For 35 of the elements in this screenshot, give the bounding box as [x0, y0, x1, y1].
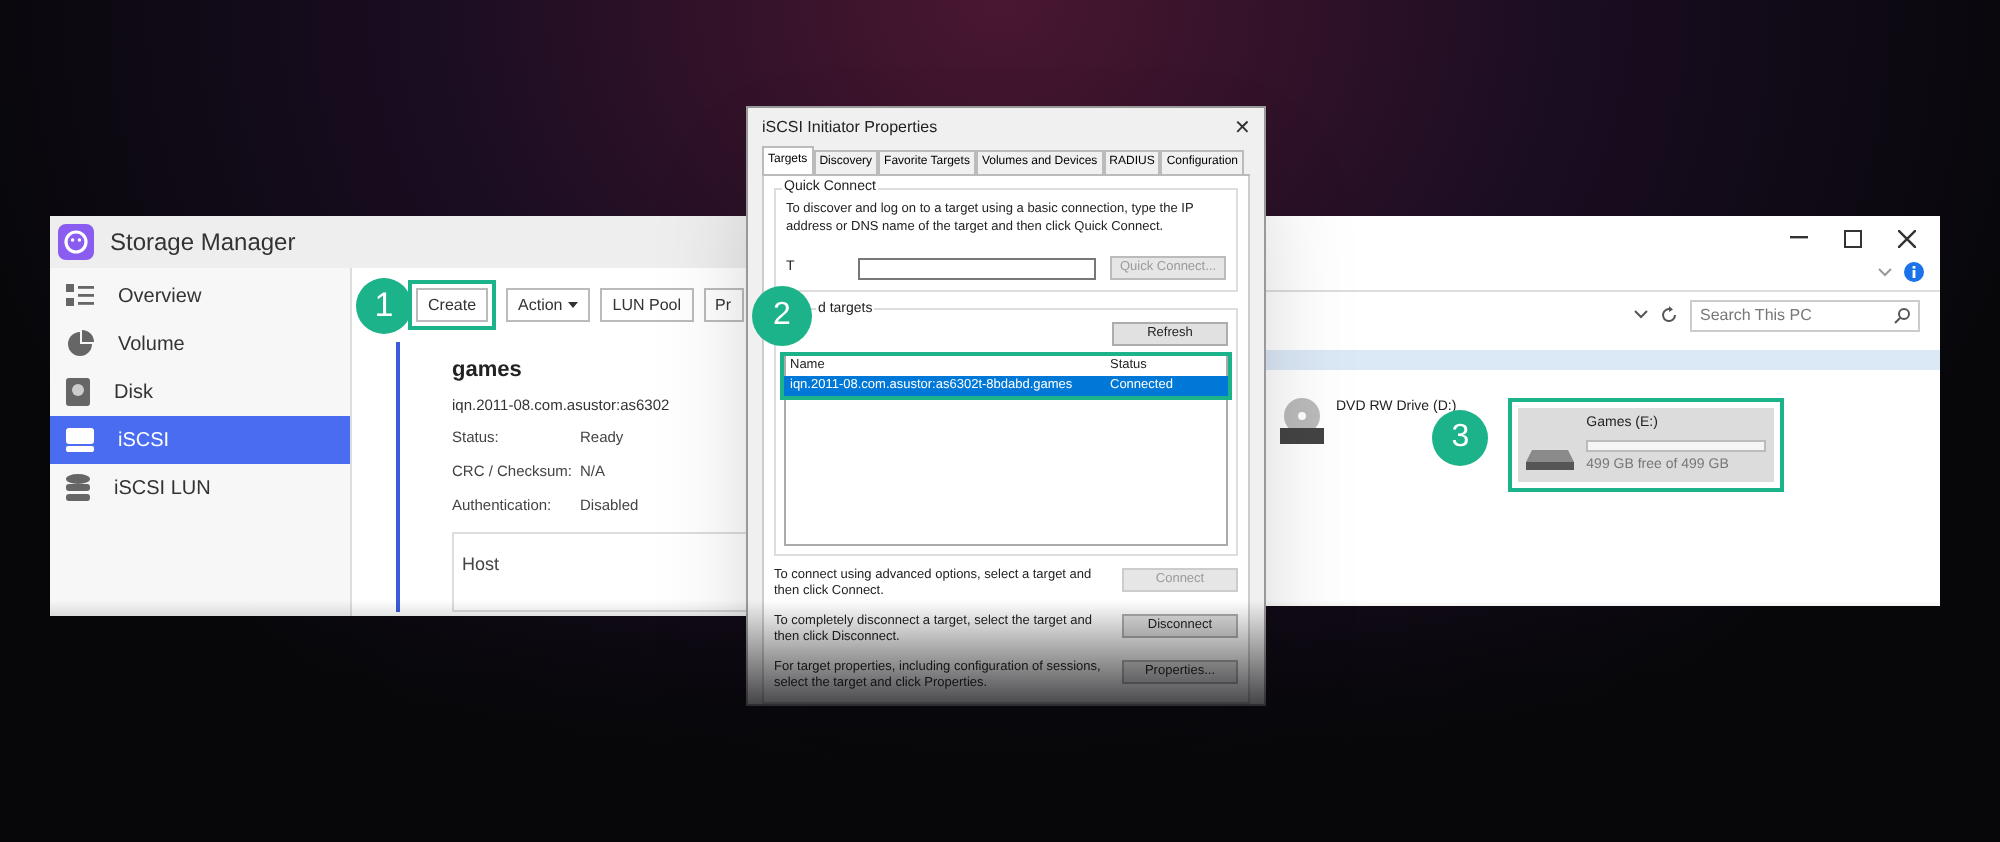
- window-title: Storage Manager: [110, 226, 296, 260]
- minimize-icon: [1790, 236, 1808, 240]
- hard-drive-icon: [1526, 446, 1575, 470]
- sidebar-item[interactable]: Overview: [50, 272, 350, 320]
- caret-icon: [568, 302, 579, 308]
- app-logo-icon: [58, 224, 94, 260]
- toolbar-button[interactable]: LUN Pool: [600, 288, 693, 322]
- maximize-icon: [1844, 229, 1862, 247]
- toolbar-button[interactable]: Action: [506, 288, 591, 322]
- close-icon: [1898, 229, 1916, 247]
- sidebar-item[interactable]: Disk: [50, 368, 350, 416]
- sidebar-item[interactable]: iSCSI: [50, 416, 350, 464]
- database-icon: [66, 474, 90, 502]
- dropdown-icon: [1634, 310, 1648, 320]
- toolbar-button[interactable]: Pr: [703, 288, 743, 322]
- dvd-drive-icon: [1280, 398, 1324, 446]
- refresh-icon[interactable]: [1660, 306, 1678, 324]
- close-button[interactable]: ✕: [1234, 113, 1250, 143]
- toolbar-button[interactable]: Create: [416, 288, 489, 322]
- search-icon: [1894, 307, 1910, 323]
- callout-badge: 2: [752, 286, 812, 346]
- search-field[interactable]: Search This PC: [1690, 299, 1920, 331]
- column-header: Host: [462, 553, 500, 573]
- sidebar-item[interactable]: iSCSI LUN: [50, 464, 350, 512]
- target-name: games: [452, 356, 524, 386]
- drive-icon: [66, 428, 94, 452]
- dialog-title: iSCSI Initiator Properties: [762, 116, 938, 140]
- target-input[interactable]: [858, 257, 1096, 279]
- sidebar-item[interactable]: Volume: [50, 320, 350, 368]
- chevron-icon: [1878, 267, 1892, 277]
- callout-badge: 1: [356, 278, 412, 334]
- list-icon: [66, 284, 94, 308]
- pie-chart-icon: [66, 330, 94, 358]
- callout-badge: 3: [1432, 410, 1489, 466]
- help-icon: [1904, 262, 1924, 282]
